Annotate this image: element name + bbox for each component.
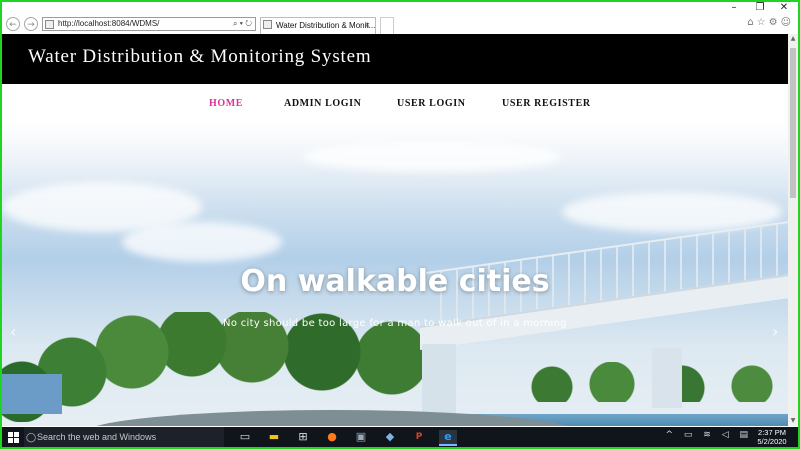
main-menu: HOME ADMIN LOGIN USER LOGIN USER REGISTE… bbox=[2, 84, 788, 122]
firefox-icon[interactable]: ● bbox=[325, 430, 339, 444]
app-icon[interactable]: ▣ bbox=[354, 430, 368, 444]
start-button[interactable] bbox=[8, 432, 19, 443]
page-viewport: Water Distribution & Monitoring System H… bbox=[2, 34, 788, 426]
internet-explorer-icon[interactable]: e bbox=[439, 430, 457, 446]
hero-heading: On walkable cities bbox=[240, 264, 550, 299]
address-tools-icon[interactable]: ⌕ ▾ ↻ bbox=[233, 18, 252, 30]
bridge-pillar bbox=[652, 348, 682, 408]
browser-toolbar: ← → http://localhost:8084/WDMS/ ⌕ ▾ ↻ Wa… bbox=[2, 14, 798, 34]
browser-tab[interactable]: Water Distribution & Monit... × bbox=[260, 17, 376, 34]
site-header: Water Distribution & Monitoring System bbox=[2, 34, 788, 84]
new-tab-button[interactable] bbox=[380, 17, 394, 34]
menu-user-login-link[interactable]: USER LOGIN bbox=[397, 98, 466, 109]
file-explorer-icon[interactable]: ▬ bbox=[267, 430, 281, 444]
carousel-next-icon[interactable]: › bbox=[772, 322, 778, 341]
bridge-pillar bbox=[422, 344, 456, 414]
building bbox=[2, 374, 62, 414]
store-icon[interactable]: ⊞ bbox=[296, 430, 310, 444]
tab-favicon-icon bbox=[263, 20, 272, 29]
favicon-icon bbox=[45, 20, 54, 29]
taskbar-search-placeholder: Search the web and Windows bbox=[37, 432, 157, 442]
screen-frame: – ❐ ✕ ← → http://localhost:8084/WDMS/ ⌕ … bbox=[0, 0, 800, 449]
windows-taskbar: ◯ Search the web and Windows ▭ ▬ ⊞ ● ▣ ◆… bbox=[2, 427, 798, 447]
package-icon[interactable]: ◆ bbox=[383, 430, 397, 444]
microphone-icon: ◯ bbox=[26, 432, 37, 442]
close-window-button[interactable]: ✕ bbox=[772, 2, 796, 14]
tab-title: Water Distribution & Monit... bbox=[276, 21, 376, 30]
task-view-icon[interactable]: ▭ bbox=[238, 430, 252, 444]
forward-button[interactable]: → bbox=[24, 17, 38, 31]
cloud bbox=[302, 142, 562, 172]
minimize-button[interactable]: – bbox=[722, 2, 746, 14]
tab-close-icon[interactable]: × bbox=[365, 18, 370, 33]
cloud bbox=[122, 222, 282, 262]
carousel-prev-icon[interactable]: ‹ bbox=[10, 322, 16, 341]
menu-user-register-link[interactable]: USER REGISTER bbox=[502, 98, 591, 109]
menu-admin-login-link[interactable]: ADMIN LOGIN bbox=[284, 98, 361, 109]
restore-button[interactable]: ❐ bbox=[748, 2, 772, 14]
page-scrollbar[interactable]: ▲ ▼ bbox=[788, 34, 798, 426]
taskbar-search-box[interactable]: ◯ Search the web and Windows bbox=[24, 427, 224, 447]
taskbar-clock[interactable]: 2:37 PM 5/2/2020 bbox=[754, 428, 790, 446]
menu-home-link[interactable]: HOME bbox=[209, 98, 243, 109]
site-title: Water Distribution & Monitoring System bbox=[28, 46, 372, 67]
hero-subtitle: No city should be too large for a man to… bbox=[223, 318, 567, 329]
scroll-up-icon[interactable]: ▲ bbox=[788, 34, 798, 44]
powerpoint-icon[interactable]: P bbox=[412, 430, 426, 444]
scroll-down-icon[interactable]: ▼ bbox=[788, 416, 798, 426]
system-tray-icons[interactable]: ^ ▭ ≋ ◁ ▤ bbox=[666, 430, 752, 440]
hero-carousel: On walkable cities No city should be too… bbox=[2, 122, 788, 426]
back-button[interactable]: ← bbox=[6, 17, 20, 31]
window-titlebar: – ❐ ✕ bbox=[2, 2, 798, 14]
address-url: http://localhost:8084/WDMS/ bbox=[58, 19, 160, 28]
clock-time: 2:37 PM bbox=[758, 428, 786, 437]
scrollbar-thumb[interactable] bbox=[790, 48, 796, 198]
clock-date: 5/2/2020 bbox=[757, 437, 787, 446]
browser-tools-icons[interactable]: ⌂☆⚙☺ bbox=[747, 17, 794, 28]
address-bar[interactable]: http://localhost:8084/WDMS/ ⌕ ▾ ↻ bbox=[42, 17, 256, 31]
